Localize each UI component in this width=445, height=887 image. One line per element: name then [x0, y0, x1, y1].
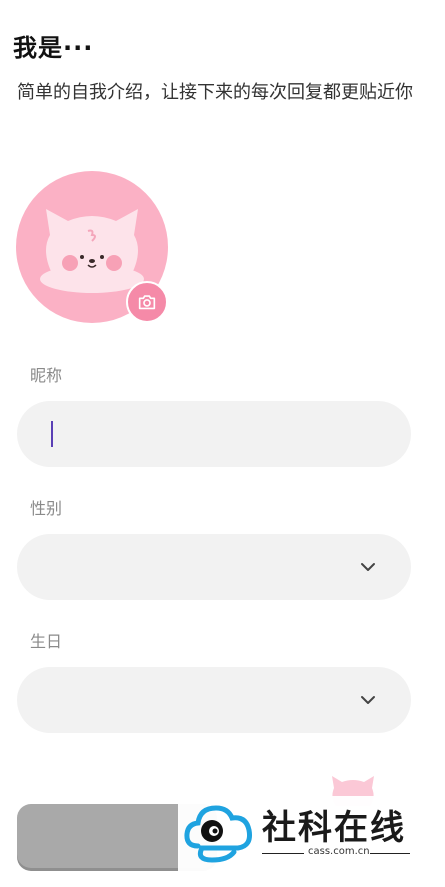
- avatar-picker[interactable]: [16, 171, 168, 323]
- camera-button[interactable]: [126, 281, 168, 323]
- page-title: 我是···: [13, 34, 94, 62]
- watermark-url: cass.com.cn: [308, 846, 370, 857]
- page-subtitle: 简单的自我介绍，让接下来的每次回复都更贴近你: [17, 82, 413, 103]
- nickname-input[interactable]: [17, 401, 411, 467]
- chevron-down-icon: [361, 696, 375, 704]
- nickname-label: 昵称: [30, 366, 63, 385]
- chevron-down-icon: [361, 563, 375, 571]
- cloud-logo-icon: [184, 805, 252, 863]
- birthday-label: 生日: [30, 632, 63, 651]
- gender-select[interactable]: [17, 534, 411, 600]
- camera-icon: [138, 295, 156, 310]
- birthday-select[interactable]: [17, 667, 411, 733]
- gender-label: 性别: [30, 499, 63, 518]
- watermark: 社科在线 cass.com.cn: [178, 796, 430, 876]
- text-caret: [51, 421, 53, 447]
- watermark-text: 社科在线: [262, 808, 406, 848]
- watermark-rule-right: [370, 853, 410, 854]
- watermark-rule-left: [262, 853, 304, 854]
